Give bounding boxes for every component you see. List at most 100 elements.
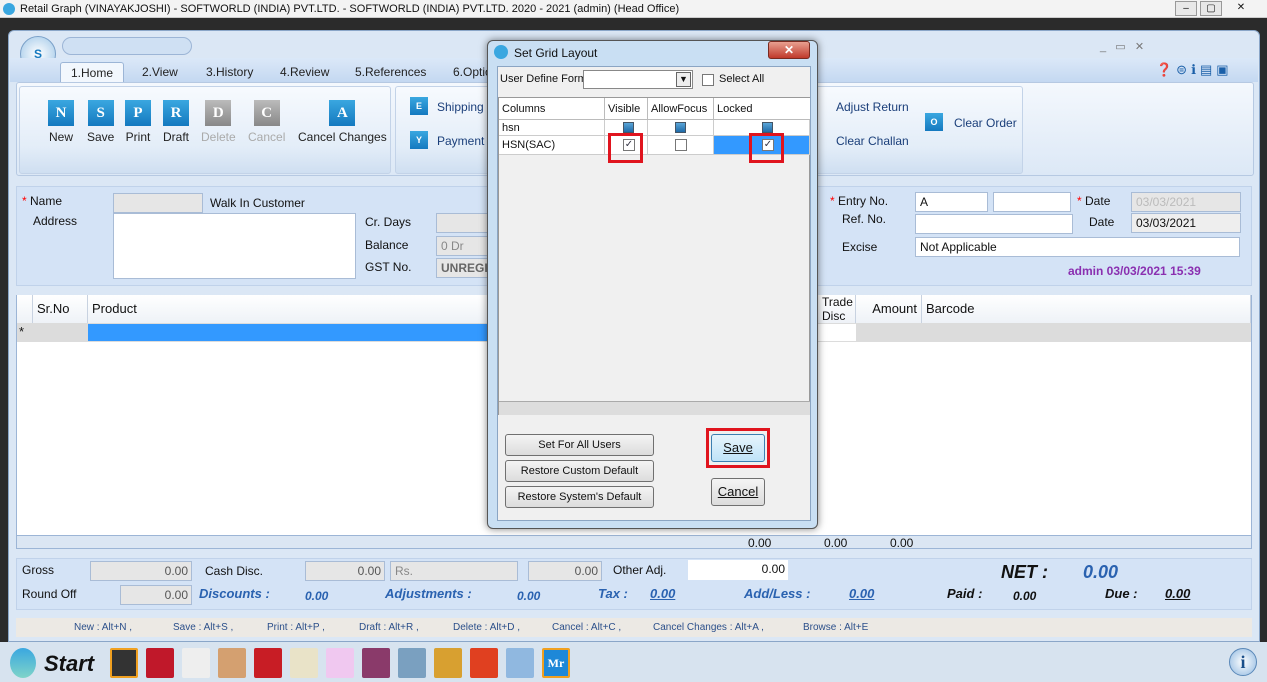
shortcut-draft: Draft : Alt+R , [359, 622, 419, 633]
clear-challan-button[interactable]: Clear Challan [836, 134, 909, 148]
draft-button[interactable]: R Draft [163, 100, 189, 144]
user-define-form-label: User Define Form [500, 73, 587, 85]
tab-home[interactable]: 1.Home [60, 62, 125, 82]
checkbox-checked[interactable] [762, 122, 773, 133]
addless-value-link[interactable]: 0.00 [849, 586, 874, 601]
dialog-cancel-button[interactable]: Cancel [711, 478, 765, 506]
entry-no-dropdown[interactable] [993, 192, 1071, 212]
restore-system-default-button[interactable]: Restore System's Default [505, 486, 654, 508]
chevron-down-icon[interactable]: ▼ [676, 72, 691, 87]
column-header-sr-no[interactable]: Sr.No [33, 295, 88, 323]
other-adj-field[interactable]: 0.00 [688, 560, 788, 580]
clear-order-button[interactable]: Clear Order [954, 116, 1017, 130]
shapes-icon[interactable] [470, 648, 498, 678]
cashier-icon[interactable] [182, 648, 210, 678]
gst-field[interactable]: UNREGI [436, 258, 492, 278]
name-field[interactable]: Walk In Customer [210, 196, 305, 210]
adjust-return-button[interactable]: Adjust Return [836, 100, 909, 114]
date-label: * Date [1077, 194, 1111, 208]
sales-icon[interactable] [110, 648, 138, 678]
print-button[interactable]: P Print [125, 100, 151, 144]
checkbox-checked[interactable] [675, 122, 686, 133]
product-cell-selected[interactable] [88, 324, 488, 341]
new-button[interactable]: N New [48, 100, 74, 144]
name-code-field[interactable] [113, 193, 203, 213]
set-for-all-users-button[interactable]: Set For All Users [505, 434, 654, 456]
cr-days-field[interactable] [436, 213, 492, 233]
payment-button[interactable]: Payment [437, 134, 484, 148]
other-adj-label: Other Adj. [613, 563, 667, 577]
dialog-save-button[interactable]: Save [711, 434, 765, 462]
shortcut-save: Save : Alt+S , [173, 622, 234, 633]
round-off-field[interactable]: 0.00 [120, 585, 192, 605]
save-button[interactable]: S Save [87, 100, 114, 144]
maximize-button[interactable]: ▢ [1200, 1, 1222, 16]
shipping-button[interactable]: Shipping [437, 100, 484, 114]
column-header-trade-disc[interactable]: Trade Disc [818, 295, 856, 323]
draft-icon: R [163, 100, 189, 126]
minimize-button[interactable]: – [1175, 1, 1197, 16]
name-label: * Name [22, 194, 63, 208]
checkbox-unchecked[interactable] [675, 139, 687, 151]
receipt-entry-icon[interactable] [290, 648, 318, 678]
shortcut-cancel: Cancel : Alt+C , [552, 622, 622, 633]
column-header-columns[interactable]: Columns [499, 98, 605, 120]
date-label-2: Date [1089, 215, 1115, 229]
ref-no-field[interactable] [915, 214, 1073, 234]
report-icon[interactable] [254, 648, 282, 678]
exchange-icon[interactable] [398, 648, 426, 678]
payment-entry-icon[interactable] [326, 648, 354, 678]
due-value: 0.00 [1165, 586, 1191, 601]
tab-view[interactable]: 2.View [132, 62, 188, 82]
printer-icon[interactable] [506, 648, 534, 678]
cash-disc-unit-dropdown[interactable]: Rs. [390, 561, 518, 581]
help-icons[interactable]: ❓⊜ℹ▤▣ [1156, 62, 1233, 78]
tab-references[interactable]: 5.References [345, 62, 436, 82]
date-picker-2[interactable]: 03/03/2021 [1131, 213, 1241, 233]
due-label: Due : [1105, 586, 1138, 601]
start-button[interactable]: Start [44, 651, 94, 677]
delete-button[interactable]: D Delete [201, 100, 236, 144]
column-header-product[interactable]: Product [88, 295, 488, 323]
shortcut-bar: New : Alt+N , Save : Alt+S , Print : Alt… [16, 618, 1252, 637]
adjustments-value: 0.00 [517, 589, 541, 603]
trade-disc-cell[interactable] [818, 324, 856, 341]
daybook-icon[interactable] [218, 648, 246, 678]
checkbox-checked[interactable] [623, 122, 634, 133]
address-field[interactable] [113, 213, 356, 279]
column-header-amount[interactable]: Amount [856, 295, 922, 323]
entry-no-series-dropdown[interactable]: A [915, 192, 988, 212]
gst-label: GST No. [365, 260, 412, 274]
excise-dropdown[interactable]: Not Applicable [915, 237, 1240, 257]
restore-custom-default-button[interactable]: Restore Custom Default [505, 460, 654, 482]
column-header-barcode[interactable]: Barcode [922, 295, 1251, 323]
row-hsn-allowfocus[interactable] [648, 120, 714, 136]
tax-value-link[interactable]: 0.00 [650, 586, 675, 601]
mdi-controls[interactable]: _ ▭ ✕ [1100, 40, 1144, 53]
dialog-app-icon [494, 45, 508, 59]
money-icon[interactable] [434, 648, 462, 678]
row-hsn-name[interactable]: hsn [499, 120, 605, 136]
column-header-allowfocus[interactable]: AllowFocus [648, 98, 714, 120]
adjustments-label: Adjustments : [385, 586, 472, 601]
tab-history[interactable]: 3.History [196, 62, 263, 82]
date-picker-1[interactable]: 03/03/2021 [1131, 192, 1241, 212]
highlight-visible [608, 133, 643, 163]
label: Draft [163, 130, 190, 144]
dialog-close-button[interactable]: ✕ [768, 41, 810, 59]
column-header-visible[interactable]: Visible [605, 98, 648, 120]
select-all-checkbox[interactable] [702, 74, 714, 86]
tab-review[interactable]: 4.Review [270, 62, 339, 82]
column-header-locked[interactable]: Locked [714, 98, 810, 120]
cancel-button[interactable]: C Cancel [248, 100, 285, 144]
purchase-icon[interactable] [146, 648, 174, 678]
row-hsnsac-name[interactable]: HSN(SAC) [499, 136, 605, 155]
cash-disc-field[interactable]: 0.00 [305, 561, 385, 581]
mp-icon[interactable]: Mr [542, 648, 570, 678]
window-title: Retail Graph (VINAYAKJOSHI) - SOFTWORLD … [0, 0, 1267, 18]
info-icon[interactable]: i [1229, 648, 1257, 676]
row-hsnsac-allowfocus[interactable] [648, 136, 714, 155]
close-button[interactable]: ✕ [1230, 1, 1252, 16]
user-icon[interactable] [362, 648, 390, 678]
cancel-changes-button[interactable]: A Cancel Changes [298, 100, 387, 144]
